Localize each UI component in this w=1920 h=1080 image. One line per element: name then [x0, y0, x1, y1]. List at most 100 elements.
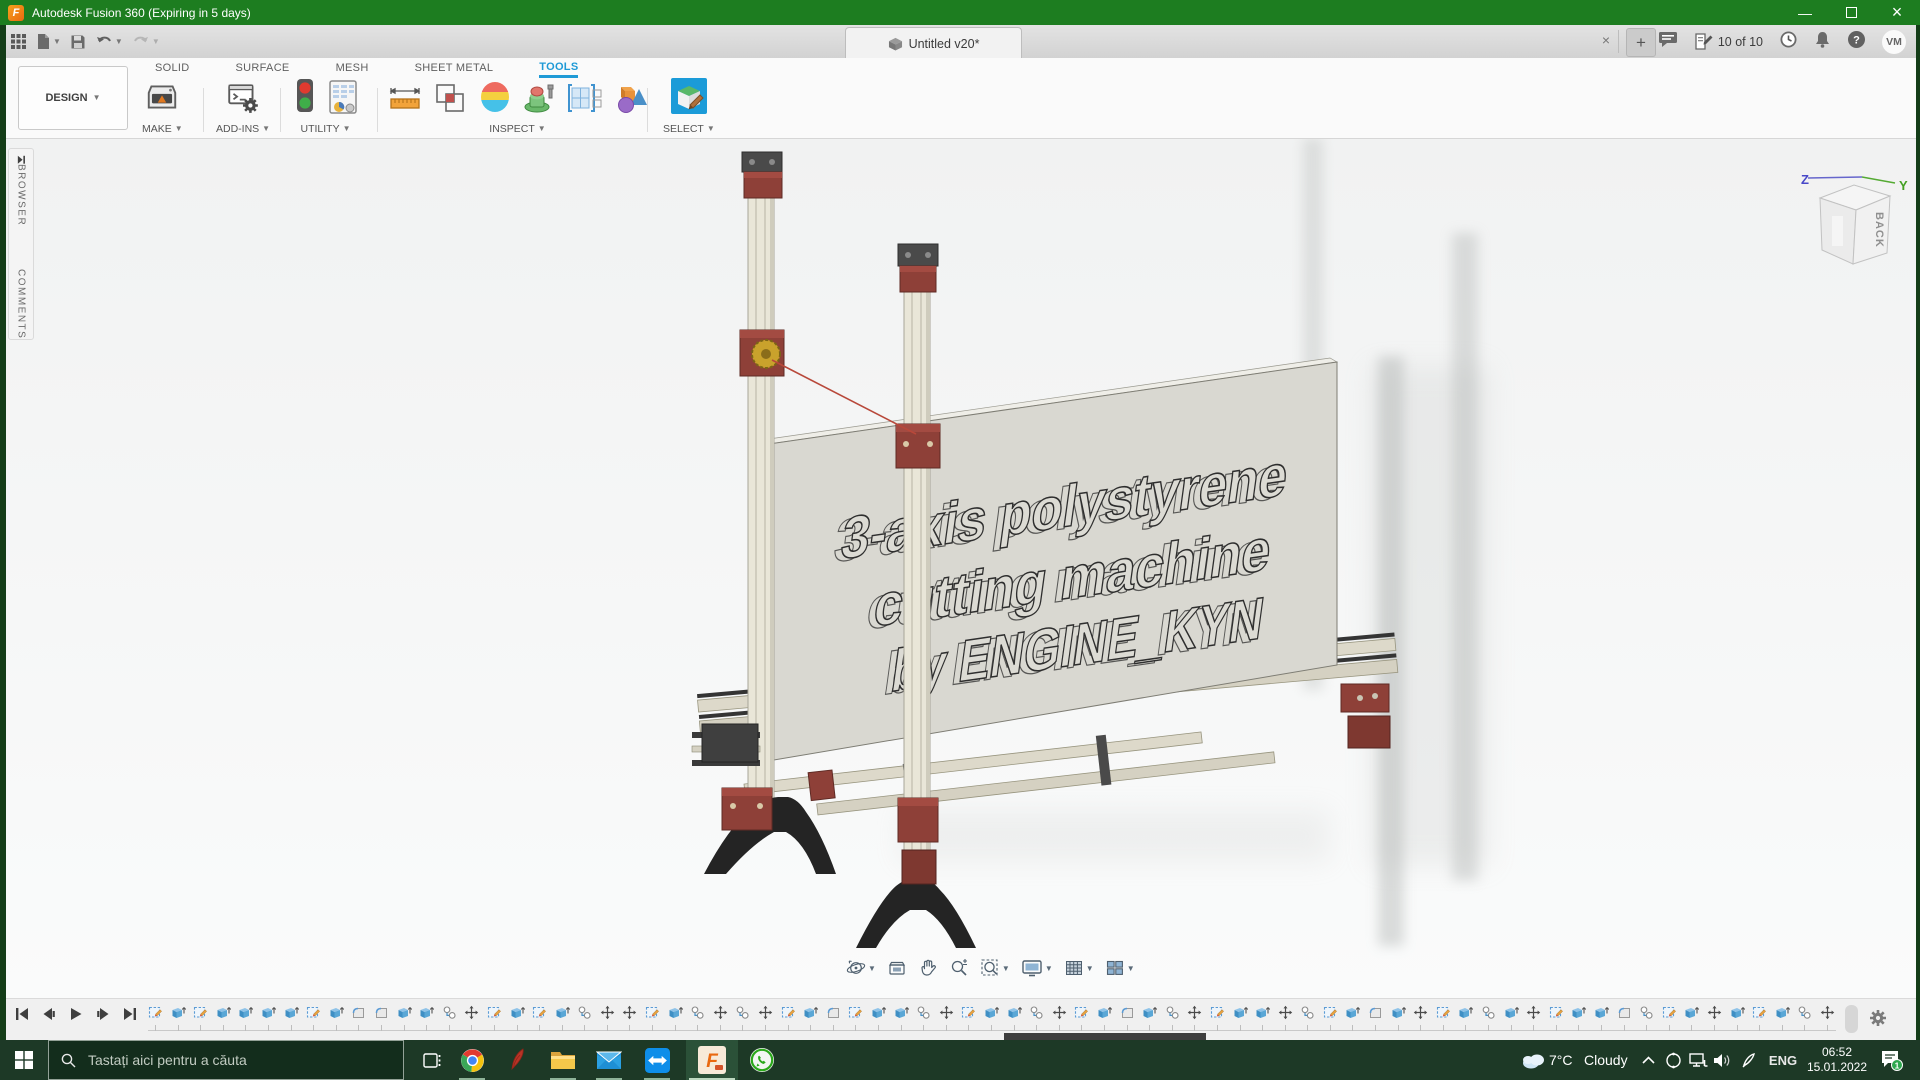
foam-panel[interactable]: 3-axis polystyrene cutting machine by EN…	[755, 358, 1337, 762]
task-view-button[interactable]	[412, 1040, 452, 1080]
curvature-analysis-icon[interactable]	[477, 79, 513, 120]
scripts-addins-icon[interactable]	[225, 79, 261, 120]
search-input[interactable]	[86, 1051, 370, 1069]
timeline-feature-extrude[interactable]	[1097, 1005, 1112, 1020]
timeline-feature-sketch[interactable]	[781, 1005, 796, 1020]
new-tab-button[interactable]: +	[1626, 28, 1656, 57]
timeline-feature-sketch[interactable]	[1752, 1005, 1767, 1020]
grid-settings-icon[interactable]: ▼	[1061, 956, 1097, 980]
timeline-feature-extrude[interactable]	[1345, 1005, 1360, 1020]
save-button[interactable]	[70, 34, 86, 50]
timeline-feature-joint[interactable]	[1029, 1005, 1044, 1020]
timeline-feature-extrude[interactable]	[555, 1005, 570, 1020]
traffic-light-icon[interactable]	[292, 77, 318, 120]
job-status-icon[interactable]	[1779, 30, 1798, 54]
right-rail-carriage[interactable]	[1341, 684, 1390, 748]
minimize-button[interactable]: —	[1782, 0, 1828, 25]
timeline-feature-round[interactable]	[374, 1005, 389, 1020]
timeline-feature-extrude[interactable]	[984, 1005, 999, 1020]
timeline-feature-sketch[interactable]	[306, 1005, 321, 1020]
select-icon[interactable]	[670, 77, 708, 120]
timeline-feature-sketch[interactable]	[961, 1005, 976, 1020]
language-indicator[interactable]: ENG	[1766, 1040, 1800, 1080]
interference-icon[interactable]	[432, 81, 468, 120]
parameter-table-icon[interactable]	[327, 79, 359, 120]
timeline-feature-sketch[interactable]	[532, 1005, 547, 1020]
group-label-utility[interactable]: UTILITY	[300, 123, 339, 135]
model-viewport[interactable]: 3-axis polystyrene cutting machine by EN…	[0, 138, 1920, 998]
tab-solid[interactable]: SOLID	[155, 62, 190, 76]
timeline-feature-extrude[interactable]	[238, 1005, 253, 1020]
timeline-feature-move[interactable]	[1187, 1005, 1202, 1020]
whatsapp-icon[interactable]	[742, 1040, 782, 1080]
timeline-feature-extrude[interactable]	[329, 1005, 344, 1020]
timeline-feature-extrude[interactable]	[397, 1005, 412, 1020]
timeline-feature-extrude[interactable]	[510, 1005, 525, 1020]
version-indicator[interactable]: 10 of 10	[1694, 33, 1763, 50]
timeline-feature-joint[interactable]	[735, 1005, 750, 1020]
timeline-feature-move[interactable]	[622, 1005, 637, 1020]
timeline-settings-gear-icon[interactable]	[1868, 1008, 1888, 1033]
tab-tools[interactable]: TOOLS	[539, 61, 578, 78]
timeline-feature-joint[interactable]	[1165, 1005, 1180, 1020]
timeline-feature-extrude[interactable]	[171, 1005, 186, 1020]
timeline-feature-extrude[interactable]	[668, 1005, 683, 1020]
timeline-scroll-handle[interactable]	[1845, 1005, 1858, 1033]
primitives-icon[interactable]	[612, 81, 648, 120]
display-settings-icon[interactable]: ▼	[1018, 956, 1056, 980]
timeline-feature-extrude[interactable]	[1504, 1005, 1519, 1020]
timeline-feature-extrude[interactable]	[1684, 1005, 1699, 1020]
timeline-feature-round[interactable]	[351, 1005, 366, 1020]
chrome-icon[interactable]	[452, 1040, 492, 1080]
fit-icon[interactable]: ▼	[977, 956, 1013, 980]
weather-temperature[interactable]: 7°C	[1549, 1040, 1573, 1080]
go-to-start-button[interactable]	[14, 1006, 30, 1027]
tab-mesh[interactable]: MESH	[336, 62, 369, 76]
timeline-feature-round[interactable]	[826, 1005, 841, 1020]
notification-center-icon[interactable]: 1	[1876, 1040, 1906, 1080]
timeline-feature-move[interactable]	[1820, 1005, 1835, 1020]
timeline-feature-move[interactable]	[1278, 1005, 1293, 1020]
go-to-end-button[interactable]	[122, 1006, 138, 1027]
timeline-feature-joint[interactable]	[916, 1005, 931, 1020]
help-icon[interactable]: ?	[1847, 30, 1866, 54]
timeline-feature-extrude[interactable]	[1007, 1005, 1022, 1020]
timeline-feature-move[interactable]	[1052, 1005, 1067, 1020]
workspace-selector[interactable]: DESIGN ▼	[18, 66, 128, 130]
timeline-feature-move[interactable]	[939, 1005, 954, 1020]
timeline-feature-sketch[interactable]	[645, 1005, 660, 1020]
timeline-feature-sketch[interactable]	[848, 1005, 863, 1020]
timeline-feature-move[interactable]	[464, 1005, 479, 1020]
timeline-feature-move[interactable]	[1413, 1005, 1428, 1020]
play-button[interactable]	[68, 1006, 84, 1027]
timeline-feature-extrude[interactable]	[216, 1005, 231, 1020]
browser-panel-tab[interactable]: BROWSER	[16, 164, 27, 226]
start-button[interactable]	[0, 1040, 48, 1080]
step-back-button[interactable]	[41, 1006, 57, 1027]
timeline-feature-extrude[interactable]	[1571, 1005, 1586, 1020]
expand-browser-icon[interactable]	[15, 155, 27, 164]
maximize-button[interactable]	[1828, 0, 1874, 25]
timeline-feature-joint[interactable]	[577, 1005, 592, 1020]
timeline-feature-extrude[interactable]	[1594, 1005, 1609, 1020]
viewports-icon[interactable]: ▼	[1102, 956, 1138, 980]
timeline-feature-sketch[interactable]	[487, 1005, 502, 1020]
timeline-feature-joint[interactable]	[1481, 1005, 1496, 1020]
mid-bracket[interactable]	[896, 424, 940, 468]
component-grid-icon[interactable]	[567, 81, 603, 120]
network-icon[interactable]	[1686, 1040, 1710, 1080]
zoom-icon[interactable]	[946, 956, 972, 980]
timeline-feature-joint[interactable]	[1639, 1005, 1654, 1020]
timeline-feature-move[interactable]	[758, 1005, 773, 1020]
timeline-feature-extrude[interactable]	[284, 1005, 299, 1020]
tab-sheet-metal[interactable]: SHEET METAL	[415, 62, 494, 76]
timeline-feature-move[interactable]	[600, 1005, 615, 1020]
notifications-bell-icon[interactable]	[1814, 30, 1831, 54]
pan-icon[interactable]	[915, 956, 941, 980]
file-explorer-icon[interactable]	[543, 1040, 583, 1080]
volume-icon[interactable]	[1710, 1040, 1734, 1080]
close-tab-icon[interactable]: ×	[1597, 32, 1615, 48]
undo-button[interactable]: ▼	[95, 34, 123, 49]
timeline-feature-extrude[interactable]	[1255, 1005, 1270, 1020]
timeline-feature-joint[interactable]	[442, 1005, 457, 1020]
